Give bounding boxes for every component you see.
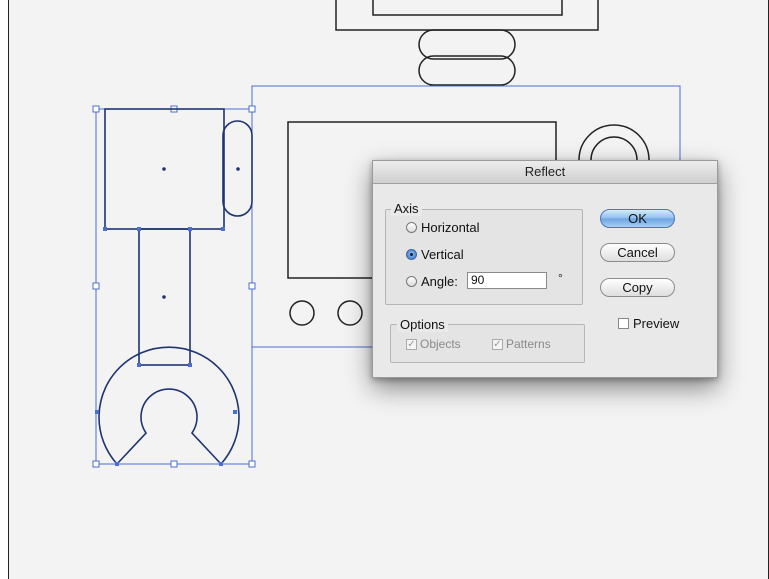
axis-group-label: Axis bbox=[391, 202, 422, 216]
checkbox-objects[interactable]: ✓ Objects bbox=[406, 336, 461, 352]
neck-coils[interactable] bbox=[418, 29, 516, 86]
angle-input[interactable]: 90 bbox=[467, 272, 547, 289]
radio-button-icon bbox=[406, 275, 417, 287]
radio-vertical[interactable]: Vertical bbox=[406, 245, 464, 263]
radio-selected-icon bbox=[406, 248, 417, 260]
checkbox-patterns[interactable]: ✓ Patterns bbox=[492, 336, 551, 352]
reflect-dialog: Reflect Axis Horizontal Vertical Angle: … bbox=[372, 160, 718, 378]
cancel-button[interactable]: Cancel bbox=[600, 243, 675, 262]
ok-button[interactable]: OK bbox=[600, 209, 675, 228]
degree-symbol: ° bbox=[558, 271, 563, 285]
dialog-title[interactable]: Reflect bbox=[373, 161, 717, 184]
selected-arm[interactable] bbox=[92, 105, 256, 468]
top-head-shape[interactable] bbox=[335, 0, 599, 31]
checkmark-icon: ✓ bbox=[492, 338, 503, 350]
radio-angle[interactable]: Angle: bbox=[406, 272, 458, 290]
preview-checkbox[interactable]: Preview bbox=[618, 316, 679, 331]
checkbox-icon bbox=[618, 318, 629, 329]
radio-button-icon bbox=[406, 221, 417, 233]
artboard-canvas[interactable]: Reflect Axis Horizontal Vertical Angle: … bbox=[8, 0, 769, 579]
checkbox-objects-label: Objects bbox=[420, 337, 461, 351]
checkbox-patterns-label: Patterns bbox=[506, 337, 551, 351]
preview-label: Preview bbox=[633, 316, 680, 331]
checkmark-icon: ✓ bbox=[406, 338, 417, 350]
radio-vertical-label: Vertical bbox=[421, 246, 464, 262]
copy-button[interactable]: Copy bbox=[600, 278, 675, 297]
options-group-label: Options bbox=[397, 318, 448, 332]
radio-horizontal[interactable]: Horizontal bbox=[406, 218, 480, 236]
radio-angle-label: Angle: bbox=[421, 273, 458, 289]
radio-horizontal-label: Horizontal bbox=[421, 219, 480, 235]
